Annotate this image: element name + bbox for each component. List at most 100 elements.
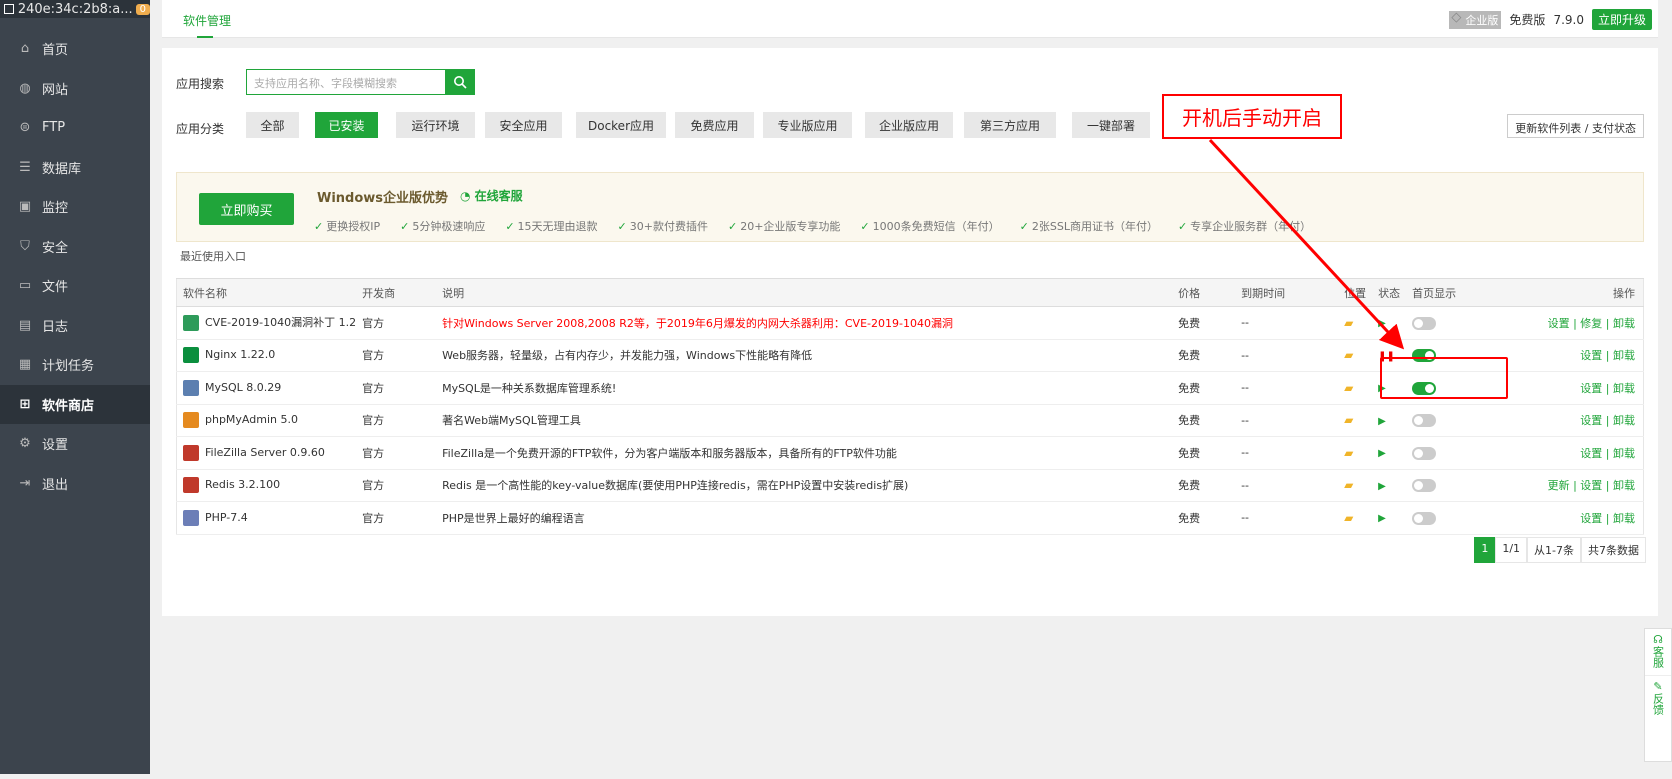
edit-icon: ✎	[1653, 680, 1663, 693]
sidebar-item-store[interactable]: ⊞ 软件商店	[0, 384, 150, 424]
category-one-click[interactable]: 一键部署	[1072, 112, 1150, 138]
homepage-toggle[interactable]	[1412, 316, 1437, 330]
sidebar-item-home[interactable]: ⌂ 首页	[0, 29, 150, 69]
folder-icon[interactable]: ▰	[1344, 511, 1353, 525]
homepage-cell	[1406, 306, 1485, 340]
play-icon[interactable]: ▶	[1378, 416, 1386, 427]
sidebar-item-label: 监控	[42, 201, 69, 217]
homepage-toggle[interactable]	[1412, 479, 1437, 492]
upgrade-button[interactable]: 立即升级	[1591, 9, 1652, 30]
redis-icon	[183, 477, 199, 494]
table-row: phpMyAdmin 5.0 官方 著名Web端MySQL管理工具 免费 -- ▰ ▶ 设置 …	[176, 404, 1644, 437]
patch-icon	[183, 315, 199, 332]
sidebar-item-label: 文件	[42, 280, 69, 296]
status-cell: ▶	[1372, 404, 1407, 437]
homepage-toggle[interactable]	[1412, 414, 1437, 427]
category-security[interactable]: 安全应用	[485, 112, 562, 138]
sidebar-item-logout[interactable]: ⇥ 退出	[0, 464, 150, 504]
folder-icon[interactable]: ▰	[1344, 446, 1353, 460]
search-label: 应用搜索	[176, 77, 225, 91]
category-docker[interactable]: Docker应用	[576, 112, 666, 138]
feature-item: ✓ 更换授权IP	[314, 220, 381, 233]
grid-icon: ⊞	[19, 396, 31, 412]
software-price: 免费	[1172, 339, 1236, 372]
host-header[interactable]: 240e:34c:2b8:a... 0	[0, 0, 150, 18]
table-row: CVE-2019-1040漏洞补丁 1.2 官方 针对Windows Server …	[176, 306, 1644, 340]
col-status: 状态	[1372, 278, 1407, 307]
play-icon[interactable]: ▶	[1378, 448, 1386, 459]
sidebar-item-database[interactable]: ☰ 数据库	[0, 148, 150, 188]
database-icon: ☰	[19, 159, 31, 175]
play-icon[interactable]: ▶	[1378, 513, 1386, 524]
ftp-icon: ⊜	[19, 120, 31, 136]
tab-software-management[interactable]: 软件管理	[183, 12, 231, 29]
check-icon: ✓	[314, 220, 324, 233]
homepage-toggle[interactable]	[1412, 511, 1437, 525]
folder-icon[interactable]: ▰	[1344, 413, 1353, 427]
status-cell: ▶	[1372, 306, 1407, 340]
location-cell: ▰	[1338, 436, 1373, 470]
page-current[interactable]: 1	[1474, 537, 1496, 563]
service-label: 客服	[1651, 646, 1665, 668]
table-row: FileZilla Server 0.9.60 官方 FileZilla是一个免费开…	[176, 436, 1644, 470]
service-button[interactable]: ☊ 客服	[1645, 629, 1671, 675]
table-row: PHP-7.4 官方 PHP是世界上最好的编程语言 免费 -- ▰ ▶ 设置 | 卸载	[176, 501, 1644, 535]
actions-cell[interactable]: 更新 | 设置 | 卸载	[1484, 469, 1644, 502]
sidebar-item-monitor[interactable]: ▣ 监控	[0, 187, 150, 227]
software-description: 针对Windows Server 2008,2008 R2等，于2019年6月爆…	[436, 306, 1173, 340]
chat-icon: ◔	[460, 189, 475, 203]
category-all[interactable]: 全部	[246, 112, 299, 138]
log-icon: ▤	[18, 317, 32, 333]
actions-cell[interactable]: 设置 | 修复 | 卸载	[1484, 306, 1644, 340]
search-icon	[454, 76, 467, 89]
search-input[interactable]: 支持应用名称、字段模糊搜索	[246, 69, 446, 95]
actions-cell[interactable]: 设置 | 卸载	[1484, 501, 1644, 535]
category-runtime[interactable]: 运行环境	[396, 112, 475, 138]
feature-item: ✓ 2张SSL商用证书（年付）	[1019, 220, 1158, 233]
play-icon[interactable]: ▶	[1378, 318, 1386, 329]
software-name: phpMyAdmin 5.0	[176, 404, 357, 437]
refresh-list-button[interactable]: 更新软件列表 / 支付状态	[1507, 114, 1644, 138]
category-third-party[interactable]: 第三方应用	[964, 112, 1056, 138]
status-cell: ▶	[1372, 501, 1407, 535]
category-free[interactable]: 免费应用	[675, 112, 754, 138]
headset-icon: ☊	[1653, 633, 1663, 646]
search-button[interactable]	[445, 69, 475, 95]
annotation-label: 开机后手动开启	[1162, 94, 1342, 139]
folder-icon[interactable]: ▰	[1344, 478, 1353, 492]
software-expire: --	[1235, 306, 1339, 340]
actions-cell[interactable]: 设置 | 卸载	[1484, 436, 1644, 470]
location-cell: ▰	[1338, 306, 1373, 340]
buy-now-button[interactable]: 立即购买	[199, 193, 294, 225]
sidebar-item-security[interactable]: ⛉ 安全	[0, 227, 150, 267]
sidebar-item-cron[interactable]: ▦ 计划任务	[0, 345, 150, 385]
recent-entries-label: 最近使用入口	[180, 250, 246, 263]
category-pro[interactable]: 专业版应用	[763, 112, 852, 138]
software-developer: 官方	[356, 436, 437, 470]
folder-icon[interactable]: ▰	[1344, 316, 1353, 330]
actions-cell[interactable]: 设置 | 卸载	[1484, 404, 1644, 437]
online-service-link[interactable]: ◔ 在线客服	[460, 187, 523, 204]
sidebar-item-logs[interactable]: ▤ 日志	[0, 306, 150, 346]
sidebar-item-files[interactable]: ▭ 文件	[0, 266, 150, 306]
sidebar-item-settings[interactable]: ⚙ 设置	[0, 424, 150, 464]
feature-item: ✓ 30+款付费插件	[617, 220, 708, 233]
top-bar: 软件管理 企业版 免费版 7.9.0 立即升级	[162, 0, 1658, 38]
software-developer: 官方	[356, 339, 437, 372]
category-enterprise[interactable]: 企业版应用	[865, 112, 953, 138]
notification-badge[interactable]: 0	[135, 3, 150, 15]
folder-icon[interactable]: ▰	[1344, 381, 1353, 395]
feature-item: ✓ 1000条免费短信（年付）	[860, 220, 1000, 233]
play-icon[interactable]: ▶	[1378, 481, 1386, 492]
sidebar-item-ftp[interactable]: ⊜ FTP	[0, 108, 150, 148]
sidebar-item-website[interactable]: ◍ 网站	[0, 69, 150, 109]
category-installed[interactable]: 已安装	[315, 112, 378, 138]
page-count: 1/1	[1495, 537, 1528, 563]
folder-icon[interactable]: ▰	[1344, 348, 1353, 362]
sidebar-item-label: 日志	[42, 319, 69, 335]
software-price: 免费	[1172, 306, 1236, 340]
feedback-button[interactable]: ✎ 反馈	[1645, 675, 1671, 722]
homepage-toggle[interactable]	[1412, 446, 1437, 460]
enterprise-badge[interactable]: 企业版	[1449, 10, 1502, 29]
sidebar-item-label: 安全	[42, 240, 69, 256]
